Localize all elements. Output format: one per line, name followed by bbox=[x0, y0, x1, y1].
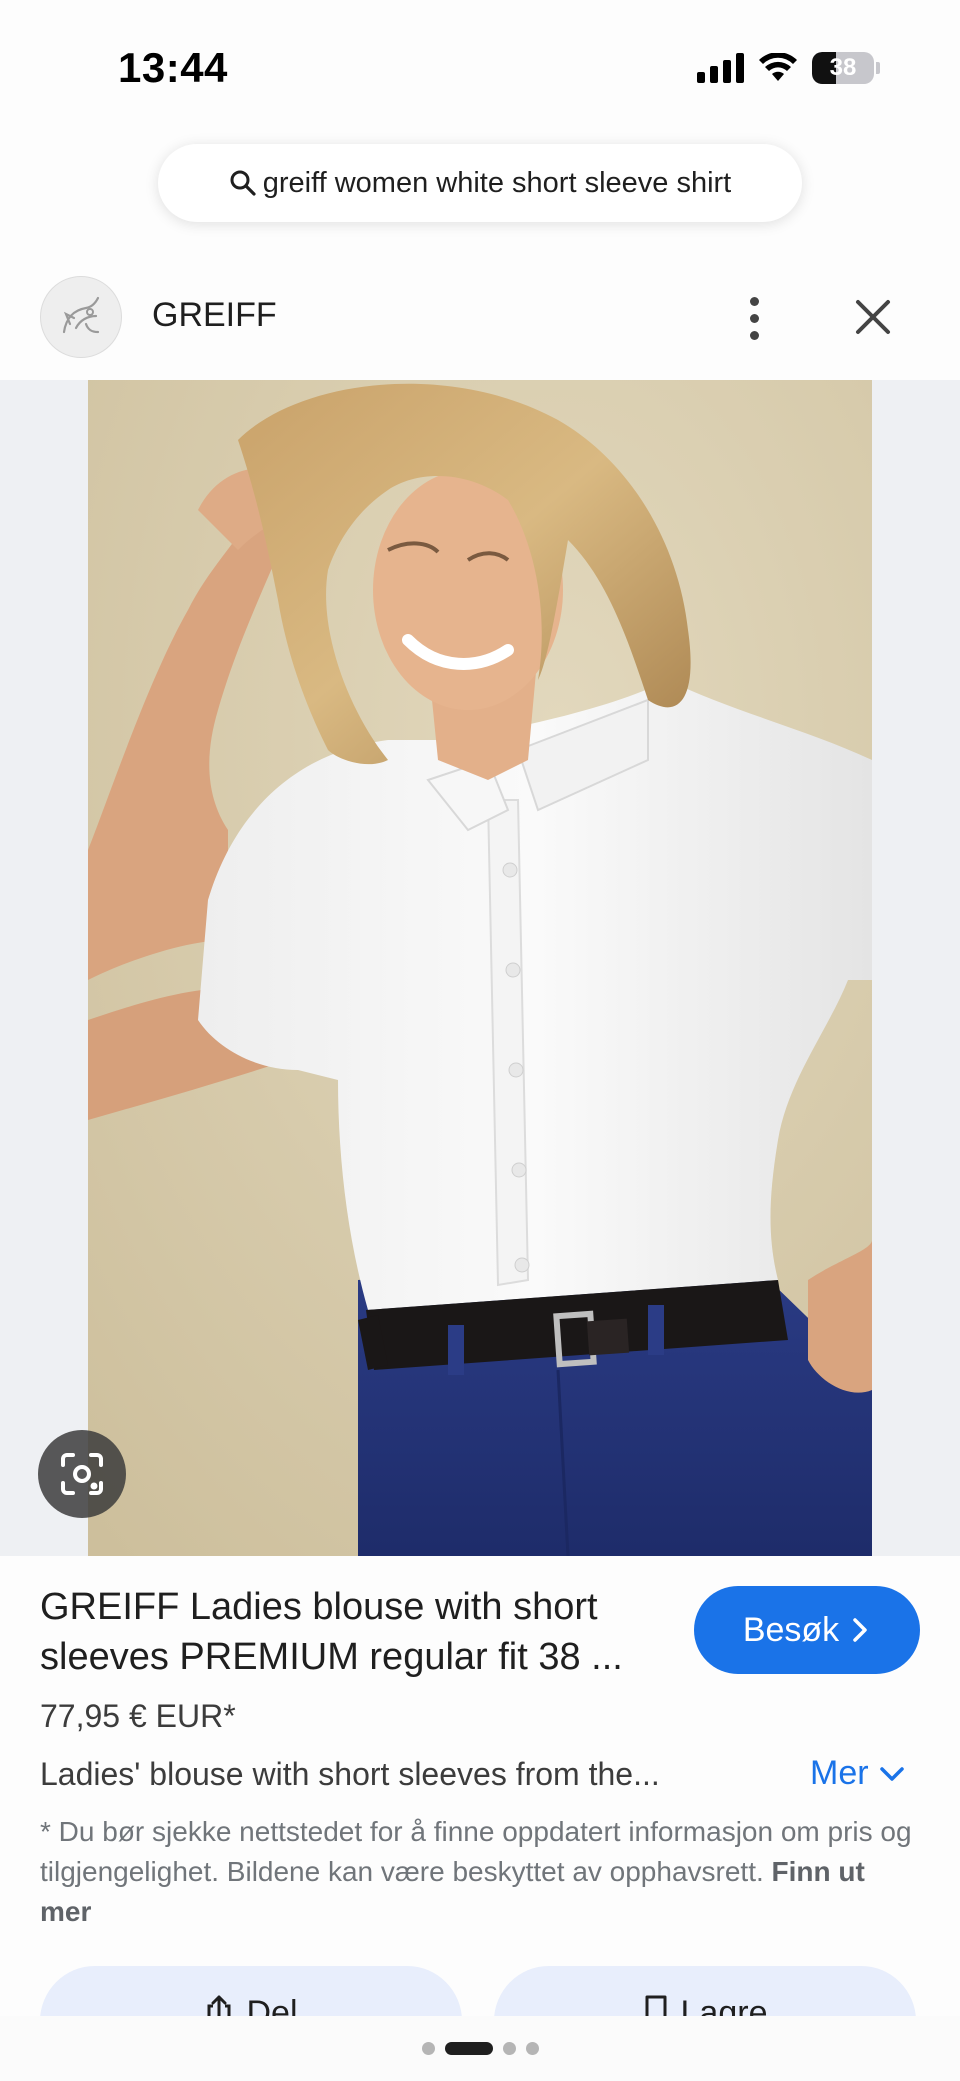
source-name: GREIFF bbox=[152, 296, 277, 334]
page-indicator bbox=[0, 2042, 960, 2055]
search-icon bbox=[230, 170, 256, 196]
page-dot-active bbox=[444, 2042, 493, 2055]
more-vert-icon bbox=[749, 296, 759, 306]
product-price: 77,95 € EUR* bbox=[40, 1698, 236, 1734]
page-dot bbox=[525, 2042, 539, 2055]
cellular-signal-icon bbox=[697, 53, 744, 83]
visit-label: Besøk bbox=[742, 1610, 840, 1649]
search-query-pill[interactable]: greiff women white short sleeve shirt bbox=[158, 144, 802, 222]
visit-button[interactable]: Besøk bbox=[694, 1586, 920, 1674]
status-bar: 13:44 38 bbox=[0, 0, 960, 120]
more-options-button[interactable] bbox=[734, 290, 774, 346]
battery-level: 38 bbox=[829, 54, 857, 81]
disclaimer: * Du bør sjekke nettstedet for å finne o… bbox=[40, 1812, 920, 1932]
product-title[interactable]: GREIFF Ladies blouse with short sleeves … bbox=[40, 1582, 660, 1682]
image-viewer bbox=[0, 380, 960, 1556]
product-photo-illustration bbox=[88, 380, 872, 1556]
status-icons: 38 bbox=[697, 52, 880, 84]
product-image[interactable] bbox=[88, 380, 872, 1556]
lens-icon bbox=[61, 1453, 103, 1495]
chevron-right-icon bbox=[853, 1618, 867, 1642]
page-dot bbox=[502, 2042, 516, 2055]
search-query-text: greiff women white short sleeve shirt bbox=[262, 166, 732, 199]
page-dot bbox=[421, 2042, 435, 2055]
more-button[interactable]: Mer bbox=[810, 1754, 905, 1793]
status-time: 13:44 bbox=[118, 44, 228, 91]
source-header: GREIFF bbox=[0, 272, 960, 380]
close-icon[interactable] bbox=[848, 292, 898, 342]
more-label: Mer bbox=[810, 1754, 869, 1792]
wifi-icon bbox=[759, 53, 797, 81]
product-description: Ladies' blouse with short sleeves from t… bbox=[40, 1756, 660, 1792]
source-avatar[interactable] bbox=[40, 276, 122, 358]
battery-icon: 38 bbox=[812, 52, 874, 84]
greiff-logo-icon bbox=[62, 296, 100, 334]
chevron-down-icon bbox=[879, 1766, 904, 1781]
google-lens-button[interactable] bbox=[38, 1430, 126, 1518]
